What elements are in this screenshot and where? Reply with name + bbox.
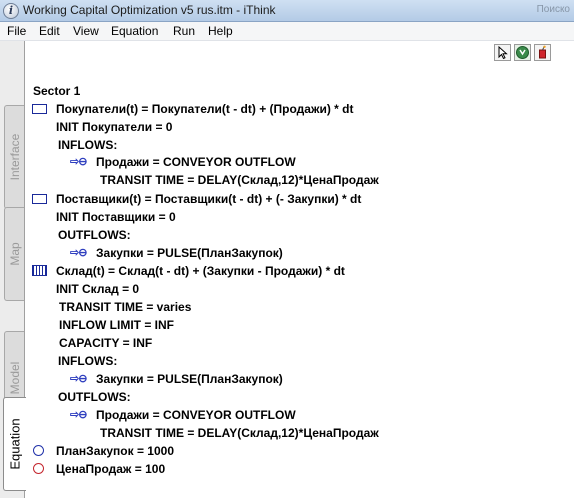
flow-icon: ⇨⊖ <box>70 409 87 421</box>
conveyor-icon <box>32 265 47 276</box>
equation-line[interactable]: Покупатели(t) = Покупатели(t - dt) + (Пр… <box>56 102 354 116</box>
equation-line[interactable]: Продажи = CONVEYOR OUTFLOW <box>96 408 296 422</box>
hand-cursor-icon[interactable] <box>514 44 531 61</box>
equation-line: INFLOWS: <box>58 354 118 368</box>
title-bar: i Working Capital Optimization v5 rus.it… <box>0 0 574 22</box>
equation-line[interactable]: TRANSIT TIME = varies <box>59 300 191 314</box>
menu-edit[interactable]: Edit <box>38 24 61 38</box>
equation-line: INFLOWS: <box>58 138 118 152</box>
pointer-arrow-icon[interactable] <box>494 44 511 61</box>
equation-line: OUTFLOWS: <box>58 228 131 242</box>
equation-line[interactable]: TRANSIT TIME = DELAY(Склад,12)*ЦенаПрода… <box>100 426 379 440</box>
window-title: Working Capital Optimization v5 rus.itm … <box>23 3 276 17</box>
equation-line[interactable]: ЦенаПродаж = 100 <box>56 462 165 476</box>
equation-line[interactable]: TRANSIT TIME = DELAY(Склад,12)*ЦенаПрода… <box>100 173 379 187</box>
equation-line[interactable]: Склад(t) = Склад(t - dt) + (Закупки - Пр… <box>56 264 345 278</box>
equation-line[interactable]: INIT Склад = 0 <box>56 282 139 296</box>
flow-icon: ⇨⊖ <box>70 247 87 259</box>
equation-line[interactable]: INIT Поставщики = 0 <box>56 210 176 224</box>
tab-interface[interactable]: Interface <box>4 105 24 209</box>
dynamite-icon[interactable] <box>534 44 551 61</box>
equation-line[interactable]: Закупки = PULSE(ПланЗакупок) <box>96 246 283 260</box>
equation-line[interactable]: Закупки = PULSE(ПланЗакупок) <box>96 372 283 386</box>
tab-map[interactable]: Map <box>4 207 24 301</box>
background-window-text: Поиско <box>536 4 570 15</box>
menu-file[interactable]: File <box>6 24 27 38</box>
menu-equation[interactable]: Equation <box>110 24 159 38</box>
menu-help[interactable]: Help <box>207 24 234 38</box>
stock-icon <box>32 104 47 114</box>
flow-icon: ⇨⊖ <box>70 373 87 385</box>
layer-tab-strip: Interface Map Model Equation <box>0 41 26 498</box>
equation-line: OUTFLOWS: <box>58 390 131 404</box>
flow-icon: ⇨⊖ <box>70 156 87 168</box>
stock-icon <box>32 194 47 204</box>
equation-line[interactable]: INIT Покупатели = 0 <box>56 120 172 134</box>
converter-icon <box>33 445 44 456</box>
menu-bar: File Edit View Equation Run Help <box>0 22 574 41</box>
equation-line[interactable]: ПланЗакупок = 1000 <box>56 444 174 458</box>
tab-equation[interactable]: Equation <box>3 397 26 491</box>
menu-run[interactable]: Run <box>172 24 196 38</box>
equation-view: Sector 1 Покупатели(t) = Покупатели(t - … <box>26 62 574 498</box>
equation-line[interactable]: INFLOW LIMIT = INF <box>59 318 174 332</box>
sector-title: Sector 1 <box>33 84 81 98</box>
ithink-app-icon: i <box>3 3 19 19</box>
equation-line[interactable]: Поставщики(t) = Поставщики(t - dt) + (- … <box>56 192 361 206</box>
converter-icon <box>33 463 44 474</box>
equation-line[interactable]: CAPACITY = INF <box>59 336 152 350</box>
equation-line[interactable]: Продажи = CONVEYOR OUTFLOW <box>96 155 296 169</box>
menu-view[interactable]: View <box>72 24 100 38</box>
